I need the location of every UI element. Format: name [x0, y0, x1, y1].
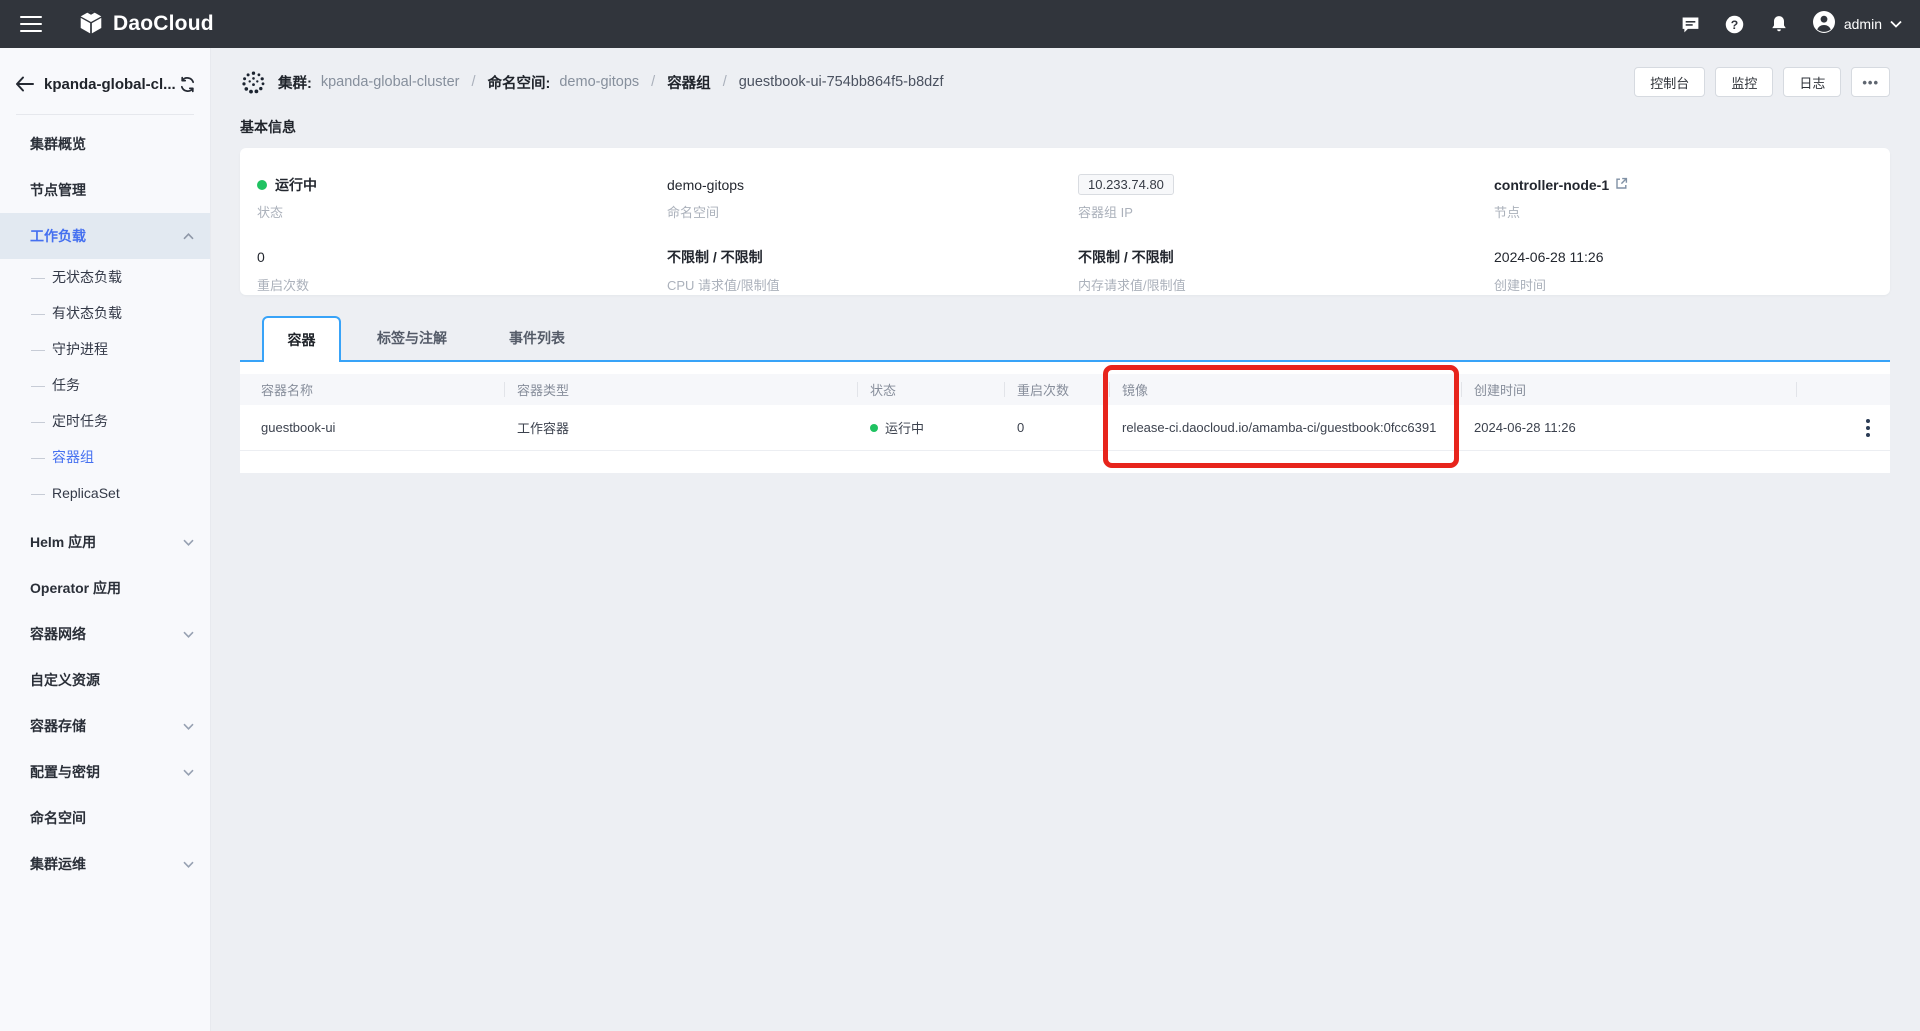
chevron-down-icon	[183, 723, 194, 730]
tab-labels-annotations[interactable]: 标签与注解	[351, 316, 473, 360]
sidebar-item-node-management[interactable]: 节点管理	[0, 167, 210, 213]
main-content: 集群: kpanda-global-cluster / 命名空间: demo-g…	[211, 48, 1920, 1031]
sidebar-item-replicasets[interactable]: —ReplicaSet	[0, 475, 210, 511]
sidebar-item-operator-apps[interactable]: Operator 应用	[0, 565, 210, 611]
cell-created: 2024-06-28 11:26	[1462, 420, 1797, 435]
more-actions-button[interactable]: •••	[1851, 67, 1890, 97]
tab-bar: 容器 标签与注解 事件列表	[240, 316, 1890, 362]
logs-button[interactable]: 日志	[1783, 67, 1841, 97]
sidebar-item-jobs[interactable]: —任务	[0, 367, 210, 403]
chevron-down-icon	[183, 539, 194, 546]
back-arrow-icon[interactable]	[15, 76, 37, 92]
field-cpu: 不限制 / 不限制 CPU 请求值/限制值	[667, 248, 1078, 296]
daocloud-logo-icon	[78, 9, 104, 40]
sidebar-item-namespaces[interactable]: 命名空间	[0, 795, 210, 841]
field-memory: 不限制 / 不限制 内存请求值/限制值	[1078, 248, 1494, 296]
col-status: 状态	[858, 374, 1005, 405]
console-button[interactable]: 控制台	[1634, 67, 1705, 97]
sidebar-item-deployments[interactable]: —无状态负载	[0, 259, 210, 295]
username: admin	[1844, 16, 1882, 32]
help-icon[interactable]: ?	[1724, 13, 1746, 35]
menu-icon[interactable]	[20, 16, 42, 32]
col-container-name: 容器名称	[240, 374, 505, 405]
ip-badge: 10.233.74.80	[1078, 174, 1174, 195]
field-restarts: 0 重启次数	[257, 248, 667, 296]
cell-container-type: 工作容器	[505, 418, 858, 437]
switch-cluster-icon[interactable]	[179, 76, 196, 93]
tab-events[interactable]: 事件列表	[483, 316, 591, 360]
sidebar-item-container-storage[interactable]: 容器存储	[0, 703, 210, 749]
message-icon[interactable]	[1680, 13, 1702, 35]
sidebar-item-helm-apps[interactable]: Helm 应用	[0, 519, 210, 565]
avatar-icon	[1812, 10, 1836, 39]
cell-restarts: 0	[1005, 420, 1110, 435]
breadcrumb-cluster-value[interactable]: kpanda-global-cluster	[321, 74, 460, 90]
breadcrumb-namespace-value[interactable]: demo-gitops	[559, 74, 639, 90]
basic-info-card: 运行中 状态 demo-gitops 命名空间 10.233.74.80 容器组…	[240, 148, 1890, 295]
notification-bell-icon[interactable]	[1768, 13, 1790, 35]
sidebar-item-container-network[interactable]: 容器网络	[0, 611, 210, 657]
field-namespace: demo-gitops 命名空间	[667, 175, 1078, 223]
basic-info-title: 基本信息	[240, 117, 1890, 137]
cluster-header: kpanda-global-cl...	[0, 66, 210, 102]
sidebar-item-custom-resources[interactable]: 自定义资源	[0, 657, 210, 703]
tab-containers[interactable]: 容器	[262, 316, 341, 362]
table-row: guestbook-ui 工作容器 运行中 0 release-ci.daocl…	[240, 405, 1890, 451]
chevron-down-icon	[183, 769, 194, 776]
divider	[16, 114, 194, 115]
breadcrumb-namespace-label: 命名空间:	[488, 72, 551, 93]
chevron-down-icon	[183, 861, 194, 868]
user-menu[interactable]: admin	[1812, 10, 1902, 39]
breadcrumb-cluster-label: 集群:	[278, 72, 312, 93]
chevron-up-icon	[183, 233, 194, 240]
cell-status: 运行中	[858, 418, 1005, 437]
kpanda-cluster-icon	[240, 69, 267, 96]
field-node: controller-node-1 节点	[1494, 175, 1890, 223]
cell-image: release-ci.daocloud.io/amamba-ci/guestbo…	[1110, 420, 1462, 435]
sidebar-item-statefulsets[interactable]: —有状态负载	[0, 295, 210, 331]
containers-panel: 容器名称 容器类型 状态 重启次数 镜像 创建时间 guestbook-ui 工…	[240, 362, 1890, 473]
row-actions-kebab-icon[interactable]	[1860, 415, 1876, 441]
col-container-type: 容器类型	[505, 374, 858, 405]
topbar: DaoCloud ?	[0, 0, 1920, 48]
col-restarts: 重启次数	[1005, 374, 1110, 405]
brand[interactable]: DaoCloud	[78, 9, 214, 40]
breadcrumb-pod-name: guestbook-ui-754bb864f5-b8dzf	[739, 74, 944, 90]
field-status: 运行中 状态	[257, 175, 667, 223]
col-created: 创建时间	[1462, 374, 1797, 405]
sidebar-item-pods[interactable]: —容器组	[0, 439, 210, 475]
svg-text:?: ?	[1731, 17, 1738, 31]
cell-container-name: guestbook-ui	[240, 420, 505, 435]
cluster-name: kpanda-global-cl...	[44, 76, 179, 93]
chevron-down-icon	[183, 631, 194, 638]
breadcrumb-pods[interactable]: 容器组	[667, 72, 711, 93]
field-created: 2024-06-28 11:26 创建时间	[1494, 248, 1890, 296]
status-dot	[870, 424, 878, 432]
monitor-button[interactable]: 监控	[1715, 67, 1773, 97]
sidebar-item-cluster-overview[interactable]: 集群概览	[0, 121, 210, 167]
table-header: 容器名称 容器类型 状态 重启次数 镜像 创建时间	[240, 374, 1890, 405]
breadcrumb: 集群: kpanda-global-cluster / 命名空间: demo-g…	[240, 69, 943, 96]
sidebar: kpanda-global-cl... 集群概览 节点管理 工作负载 —无状态负…	[0, 48, 211, 1031]
col-image: 镜像	[1110, 374, 1462, 405]
col-actions	[1797, 374, 1890, 405]
external-link-icon[interactable]	[1615, 177, 1628, 193]
chevron-down-icon	[1890, 15, 1902, 33]
sidebar-item-daemonsets[interactable]: —守护进程	[0, 331, 210, 367]
brand-name: DaoCloud	[113, 12, 214, 36]
sidebar-item-config-secrets[interactable]: 配置与密钥	[0, 749, 210, 795]
field-pod-ip: 10.233.74.80 容器组 IP	[1078, 175, 1494, 223]
sidebar-item-cluster-ops[interactable]: 集群运维	[0, 841, 210, 887]
sidebar-item-workloads[interactable]: 工作负载	[0, 213, 210, 259]
sidebar-item-cronjobs[interactable]: —定时任务	[0, 403, 210, 439]
status-dot	[257, 180, 267, 190]
